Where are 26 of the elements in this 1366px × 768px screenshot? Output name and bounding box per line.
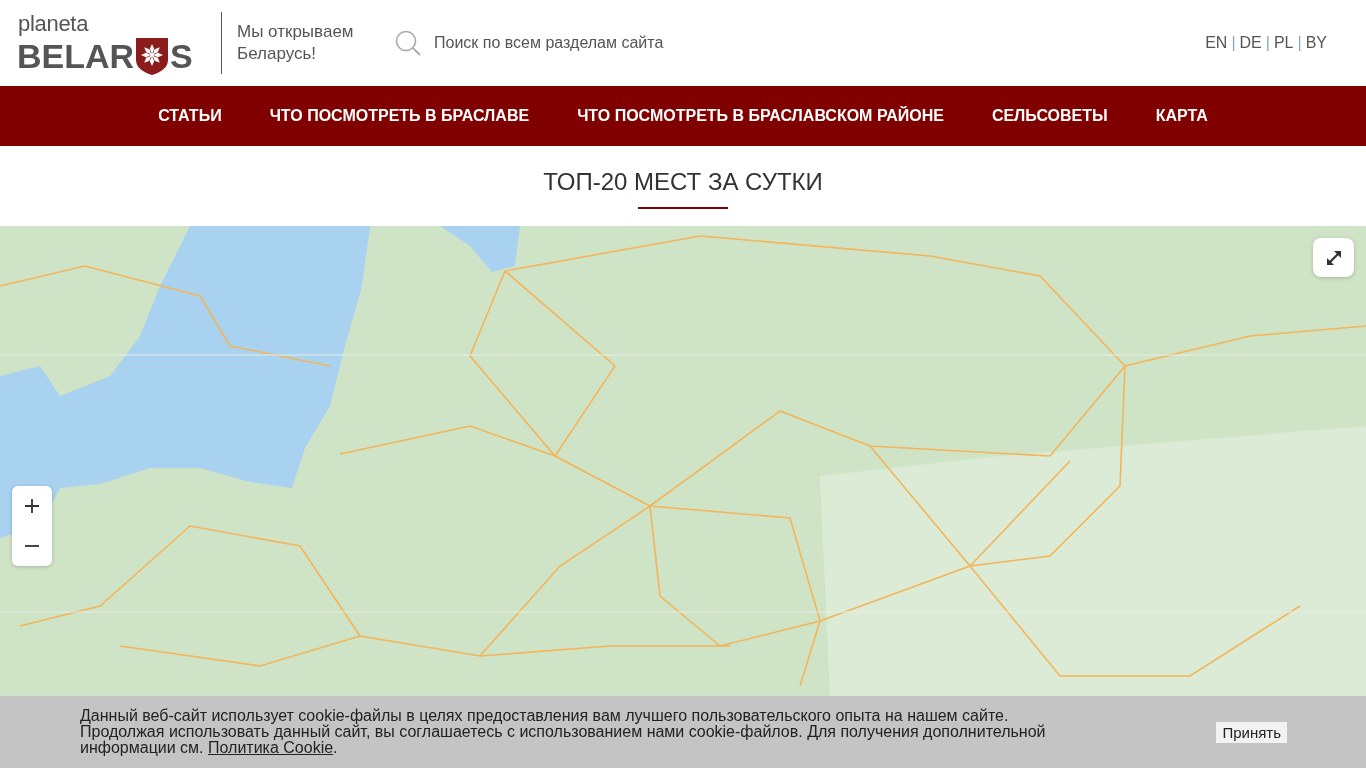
cookie-notice: Данный веб-сайт использует cookie-файлы в целях предоставления вам лучшего пользовательского опыта на нашем сайте. Продолжая использовать данный сайт, вы соглашаетесь с использованием нами cookie-файлов. Для получения дополнительной информации см. Политика Cookie.	[80, 708, 1047, 756]
language-link[interactable]: BY	[1305, 34, 1327, 52]
nav-link[interactable]: ЧТО ПОСМОТРЕТЬ В БРАСЛАВЕ	[269, 107, 530, 125]
search-field[interactable]: Поиск по всем разделам сайта	[434, 32, 754, 54]
fullscreen-button[interactable]	[1313, 238, 1354, 277]
language-link[interactable]: DE	[1239, 34, 1262, 52]
language-link[interactable]: PL	[1273, 34, 1294, 52]
section-title: ТОП-20 МЕСТ ЗА СУТКИ	[543, 168, 823, 196]
nav-link[interactable]: КАРТА	[1155, 107, 1208, 125]
minus-icon	[25, 545, 39, 547]
nav-link[interactable]: ЧТО ПОСМОТРЕТЬ В БРАСЛАВСКОМ РАЙОНЕ	[577, 107, 944, 125]
language-link[interactable]: EN	[1205, 34, 1228, 52]
nav-link[interactable]: СЕЛЬСОВЕТЫ	[991, 107, 1108, 125]
plus-icon	[25, 499, 39, 513]
logo-text: planeta	[18, 11, 90, 36]
accept-button[interactable]: Принять	[1216, 721, 1287, 743]
language-separator: |	[1231, 34, 1236, 52]
language-separator: |	[1265, 34, 1270, 52]
cookie-policy-link[interactable]: Политика Cookie	[208, 739, 334, 756]
language-separator: |	[1297, 34, 1302, 52]
nav-link[interactable]: СТАТЬИ	[158, 107, 222, 125]
logo-text: S	[170, 40, 193, 72]
shield-icon	[136, 37, 169, 75]
search-icon[interactable]	[395, 30, 421, 56]
tagline: Мы открываем Беларусь!	[237, 21, 355, 65]
logo-text: BELAR	[17, 40, 135, 72]
